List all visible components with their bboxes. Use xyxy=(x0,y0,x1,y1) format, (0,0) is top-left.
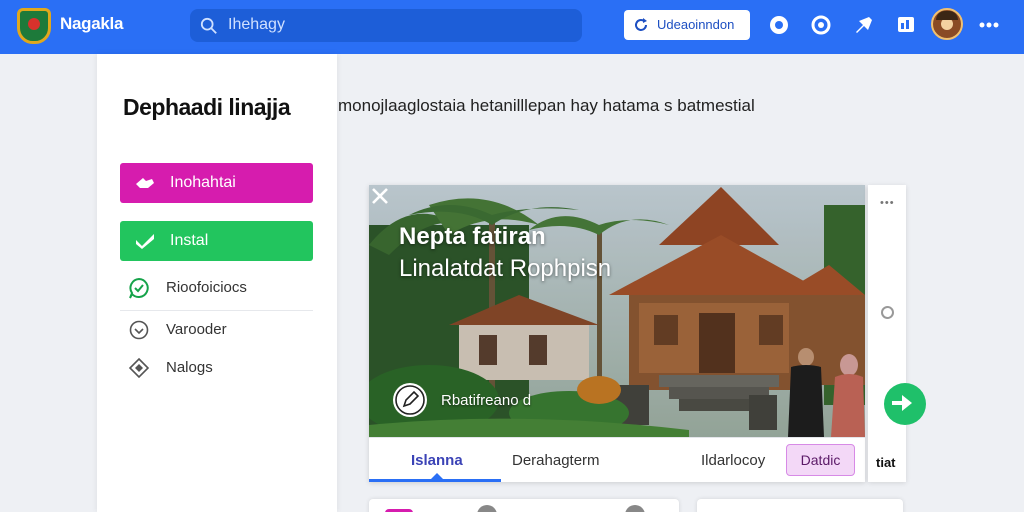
top-bar: Nagakla Ihehagy Udeaoinndon xyxy=(0,0,1024,54)
hero-title: Nepta fatiran xyxy=(399,223,546,250)
circle-dot-icon[interactable] xyxy=(766,12,792,38)
radio-button[interactable] xyxy=(881,306,894,319)
diamond-icon xyxy=(128,357,150,379)
bottom-card-avatar xyxy=(477,505,497,512)
tab-ildarlocoy[interactable]: Ildarlocoy xyxy=(701,452,765,469)
header-action-label: Udeaoinndon xyxy=(657,17,735,32)
hero-image: Nepta fatiran Linalatdat Rophpisn Rbatif… xyxy=(369,185,865,437)
pencil-icon xyxy=(395,385,425,415)
search-input[interactable]: Ihehagy xyxy=(190,9,582,42)
pin-icon[interactable] xyxy=(851,12,877,38)
sync-icon[interactable] xyxy=(808,12,834,38)
chip-label: Rbatifreano d xyxy=(441,392,532,409)
page-subtitle: monojlaaglostaia hetanilllepan hay hatam… xyxy=(338,96,755,115)
sidebar-button-label: Instal xyxy=(170,232,209,249)
sidebar-item-nalogs[interactable]: Nalogs xyxy=(120,350,313,386)
close-icon[interactable] xyxy=(369,185,391,207)
tab-derahagterm[interactable]: Derahagterm xyxy=(512,452,600,469)
sidebar-item-label: Nalogs xyxy=(166,359,213,376)
feature-card[interactable]: Nepta fatiran Linalatdat Rophpisn Rbatif… xyxy=(369,185,865,482)
sidebar-item-recommendations[interactable]: Rioofoiciocs xyxy=(120,270,313,306)
sidebar-button-label: Inohahtai xyxy=(170,174,236,191)
chevron-circle-icon xyxy=(129,320,149,340)
panel-menu-dots[interactable]: ••• xyxy=(880,197,895,209)
sidebar-button-primary[interactable]: Inohahtai xyxy=(120,163,313,203)
sidebar-item-label: Varooder xyxy=(166,321,227,338)
tab-indicator xyxy=(369,479,501,482)
sidebar-item-varooder[interactable]: Varooder xyxy=(120,312,313,348)
check-icon xyxy=(136,234,154,249)
logo-icon[interactable] xyxy=(17,8,51,44)
edit-chip-button[interactable] xyxy=(393,383,427,417)
panel-label: tiat xyxy=(876,455,896,470)
bottom-card[interactable] xyxy=(369,499,679,512)
sidebar-button-install[interactable]: Instal xyxy=(120,221,313,261)
kebab-menu-icon[interactable] xyxy=(976,12,1002,38)
detail-button[interactable]: Datdic xyxy=(786,444,855,476)
arrow-icon xyxy=(892,395,912,411)
avatar[interactable] xyxy=(931,8,963,40)
sidebar-title: Dephaadi linajja xyxy=(123,94,291,120)
brand-name[interactable]: Nagakla xyxy=(60,14,123,34)
side-panel: ••• tiat xyxy=(868,185,926,482)
sidebar-item-label: Rioofoiciocs xyxy=(166,279,247,296)
sidebar: Dephaadi linajja Inohahtai Instal Rioofo… xyxy=(97,54,337,512)
chart-icon[interactable] xyxy=(893,12,919,38)
fab-button[interactable] xyxy=(884,383,926,425)
bottom-card[interactable] xyxy=(697,499,903,512)
tab-islanna[interactable]: Islanna xyxy=(411,452,463,469)
search-icon xyxy=(200,17,217,34)
header-action-button[interactable]: Udeaoinndon xyxy=(624,10,750,40)
hand-icon xyxy=(136,178,154,188)
chat-check-icon xyxy=(129,277,149,299)
card-tabs: Islanna Derahagterm Ildarlocoy Datdic xyxy=(369,437,865,482)
hero-subtitle: Linalatdat Rophpisn xyxy=(399,255,612,282)
search-placeholder: Ihehagy xyxy=(228,16,285,33)
bottom-card-avatar xyxy=(625,505,645,512)
refresh-icon xyxy=(635,18,647,31)
divider xyxy=(120,310,313,311)
